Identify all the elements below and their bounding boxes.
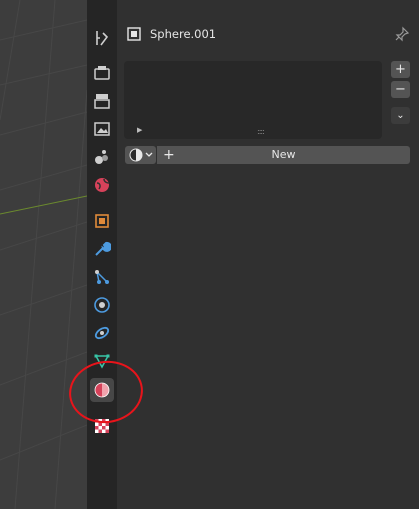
tab-object[interactable] (90, 209, 114, 233)
world-icon (95, 178, 110, 192)
new-material-button[interactable]: + New (157, 146, 410, 164)
list-expand-toggle[interactable]: ▶ (137, 126, 142, 134)
material-browse-icon (129, 148, 142, 162)
tab-world[interactable] (90, 173, 114, 197)
tab-physics[interactable] (90, 293, 114, 317)
material-specials-menu-button[interactable]: ⌄ (391, 107, 410, 124)
tab-output[interactable] (90, 89, 114, 113)
tab-scene[interactable] (90, 145, 114, 169)
wrench-icon (95, 241, 111, 256)
tab-modifiers[interactable] (90, 237, 114, 261)
3d-viewport[interactable] (0, 0, 87, 509)
tab-render[interactable] (90, 61, 114, 85)
properties-tab-bar (87, 0, 117, 509)
tab-view-layer[interactable] (90, 117, 114, 141)
object-data-icon (127, 27, 141, 41)
scene-icon (95, 150, 108, 164)
browse-material-button[interactable] (125, 146, 156, 164)
output-icon (94, 94, 110, 109)
new-material-label: New (271, 148, 296, 161)
pin-icon[interactable] (394, 26, 410, 42)
physics-icon (94, 297, 110, 313)
tool-icon (96, 31, 109, 46)
add-material-slot-button[interactable]: + (391, 61, 410, 78)
remove-material-slot-button[interactable]: − (391, 81, 410, 98)
tab-constraints[interactable] (90, 321, 114, 345)
tab-tool[interactable] (90, 26, 114, 50)
chevron-down-icon (145, 152, 152, 157)
material-slot-list[interactable] (124, 61, 382, 139)
tab-particles[interactable] (90, 265, 114, 289)
constraints-icon (94, 326, 110, 340)
particles-icon (95, 270, 109, 284)
object-icon (95, 214, 109, 228)
list-resize-grip[interactable]: :::: (257, 127, 265, 136)
render-icon (94, 66, 110, 80)
view-layer-icon (94, 122, 110, 136)
object-name-label: Sphere.001 (150, 27, 217, 41)
